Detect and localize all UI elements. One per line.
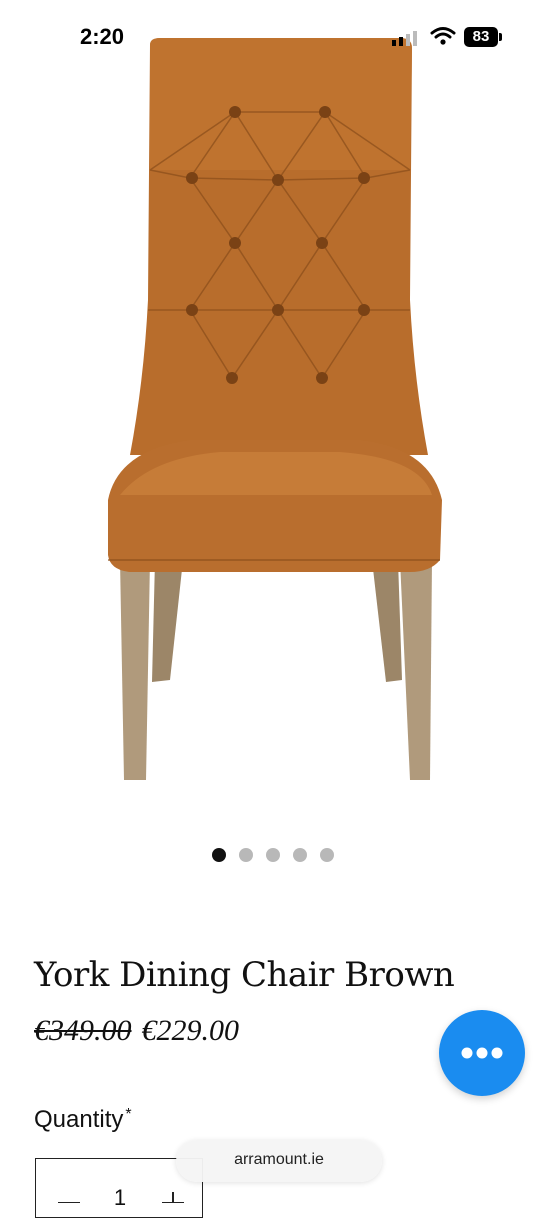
carousel-dot[interactable] [239,848,253,862]
carousel-dots [212,848,334,864]
battery-tip [499,33,502,41]
quantity-label-text: Quantity [34,1106,124,1133]
carousel-dot[interactable] [266,848,280,862]
carousel-dot[interactable] [320,848,334,862]
status-bar: 2:20 83 [0,0,554,80]
battery-icon: 83 [464,27,498,47]
sale-price: €229.00 [141,1014,240,1047]
url-text: arramount.ie [234,1151,324,1168]
product-image[interactable] [0,0,554,820]
required-mark: * [125,1106,132,1123]
chat-more-icon [461,1047,503,1059]
carousel-dot[interactable] [293,848,307,862]
original-price: €349.00 [34,1014,132,1047]
signal-icon [392,31,417,46]
product-title: York Dining Chair Brown [34,955,455,995]
minus-icon[interactable] [54,1173,84,1203]
url-bar[interactable]: arramount.ie [176,1140,382,1182]
wifi-icon [430,27,456,45]
quantity-value[interactable]: 1 [106,1185,134,1211]
price-row: €349.00 €229.00 [34,1014,239,1048]
status-time: 2:20 [80,24,125,49]
chat-button[interactable] [439,1010,525,1096]
quantity-label: Quantity * [34,1106,132,1134]
carousel-dot[interactable] [212,848,226,862]
